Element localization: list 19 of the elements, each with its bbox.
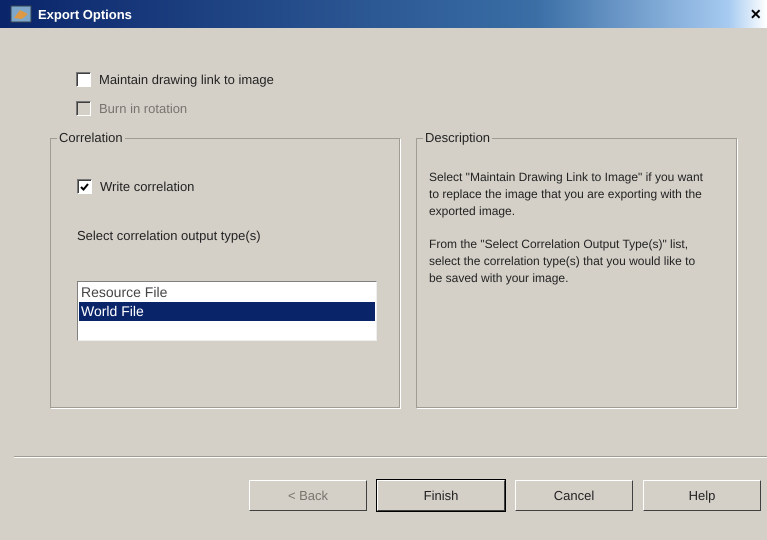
list-item[interactable]: Resource File [79,283,375,302]
close-button[interactable]: × [748,4,763,24]
group-title: Description [423,130,492,145]
app-icon [10,4,32,24]
checkbox[interactable] [77,179,92,194]
list-label: Select correlation output type(s) [77,228,261,243]
window-title: Export Options [38,6,133,22]
checkbox-label: Burn in rotation [99,101,188,116]
dialog-button[interactable]: Help [643,480,761,511]
description-text: From the "Select Correlation Output Type(s)" list, select the correlation type(s) that you would like to be saved with your image. [429,236,696,287]
description-text: Select "Maintain Drawing Link to Image" if you want to replace the image that you are exporting with the exported image. [429,169,704,220]
checkmark-icon [80,182,89,190]
checkbox-label: Write correlation [100,179,194,194]
checkbox-label: Maintain drawing link to image [99,72,274,87]
dialog-button[interactable]: Cancel [515,480,633,511]
list-item[interactable]: World File [79,302,375,321]
checkbox[interactable] [76,72,91,87]
dialog-button[interactable]: Finish [377,480,505,511]
group-title: Correlation [57,130,125,145]
